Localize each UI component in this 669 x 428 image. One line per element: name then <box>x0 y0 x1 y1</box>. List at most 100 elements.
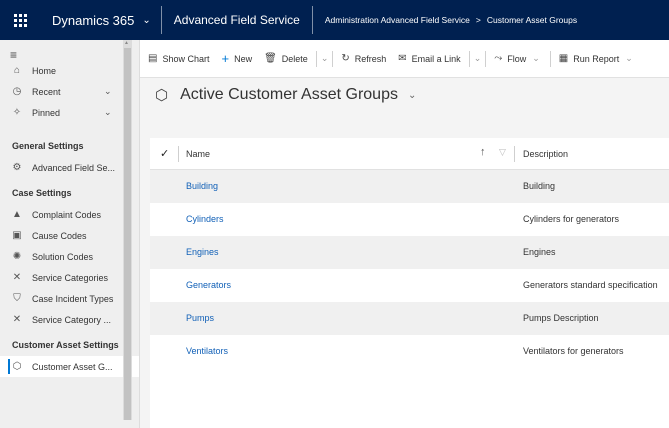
flow-button[interactable]: ⤳ Flow ⌄ <box>488 47 548 71</box>
record-description: Pumps Description <box>523 313 599 323</box>
column-divider <box>178 146 179 162</box>
view-selector[interactable]: ⬡ Active Customer Asset Groups ⌄ <box>155 86 416 104</box>
record-description: Ventilators for generators <box>523 346 624 356</box>
sidebar-item-label: Pinned <box>32 107 61 118</box>
hamburger-icon[interactable]: ≡ <box>0 40 139 62</box>
sidebar-item-complaint-codes[interactable]: ▲ Complaint Codes <box>0 204 139 225</box>
sidebar-item-label: Service Categories <box>32 272 109 283</box>
record-name-link[interactable]: Generators <box>186 280 231 290</box>
record-description: Cylinders for generators <box>523 214 620 224</box>
sidebar-item-label: Advanced Field Se... <box>32 162 116 173</box>
gear-icon: ⚙ <box>12 162 22 173</box>
table-row[interactable]: Generators Generators standard specifica… <box>150 269 669 302</box>
app-name-link[interactable]: Advanced Field Service <box>162 0 312 40</box>
email-link-icon: ✉ <box>398 53 407 64</box>
sidebar-item-label: Customer Asset G... <box>32 361 113 372</box>
scrollbar-thumb[interactable] <box>124 48 131 420</box>
group-header-customer-asset-settings: Customer Asset Settings <box>12 340 119 350</box>
sidebar-item-home[interactable]: ⌂ Home <box>0 60 139 81</box>
chevron-down-icon: ⌄ <box>104 107 112 117</box>
sidebar-item-label: Recent <box>32 86 61 97</box>
show-chart-label: Show Chart <box>162 53 210 64</box>
scroll-up-icon[interactable]: ▲ <box>124 40 129 46</box>
record-description: Generators standard specification <box>523 280 658 290</box>
chevron-down-icon: ⌄ <box>407 89 417 101</box>
refresh-button[interactable]: ↻ Refresh <box>335 47 392 71</box>
chevron-down-icon: ⌄ <box>532 53 540 63</box>
sidebar-item-pinned[interactable]: ✧ Pinned ⌄ <box>0 102 139 123</box>
report-icon: ▦ <box>558 53 569 64</box>
asset-group-icon: ⬡ <box>12 361 22 372</box>
sidebar-item-label: Case Incident Types <box>32 293 114 304</box>
trash-icon: 🗑 <box>264 53 277 64</box>
table-row[interactable]: Ventilators Ventilators for generators <box>150 335 669 368</box>
record-name-link[interactable]: Building <box>186 181 218 191</box>
top-navigation-bar: Dynamics 365 ⌄ Advanced Field Service Ad… <box>0 0 669 40</box>
flow-label: Flow <box>507 53 527 64</box>
chevron-down-icon: ⌄ <box>142 14 151 26</box>
page-title: Active Customer Asset Groups <box>180 86 398 103</box>
grid-header: ✓ Name ↑ ▽ Description <box>150 138 669 170</box>
chevron-down-icon[interactable]: ⌄ <box>472 53 484 64</box>
sidebar-item-customer-asset-groups[interactable]: ⬡ Customer Asset G... <box>0 356 139 377</box>
chart-icon: ▤ <box>148 53 158 64</box>
table-row[interactable]: Pumps Pumps Description <box>150 302 669 335</box>
sidebar-item-cause-codes[interactable]: ▣ Cause Codes <box>0 225 139 246</box>
delete-button[interactable]: 🗑 Delete <box>258 47 314 71</box>
tools-icon: ✕ <box>12 272 22 283</box>
breadcrumb: Administration Advanced Field Service > … <box>313 0 589 40</box>
sidebar-item-label: Service Category ... <box>32 314 112 325</box>
divider <box>332 50 334 67</box>
home-icon: ⌂ <box>13 65 21 76</box>
refresh-icon: ↻ <box>341 53 350 64</box>
clock-icon: ◷ <box>12 86 22 97</box>
email-link-button[interactable]: ✉ Email a Link <box>392 47 466 71</box>
column-header-description[interactable]: Description <box>523 149 568 159</box>
sidebar-item-service-category-types[interactable]: ✕ Service Category ... <box>0 309 139 330</box>
divider <box>468 50 470 67</box>
warning-icon: ▲ <box>12 209 22 220</box>
group-header-case-settings: Case Settings <box>12 188 72 198</box>
pin-icon: ✧ <box>12 107 22 118</box>
delete-label: Delete <box>281 53 308 64</box>
new-button[interactable]: + New <box>215 47 258 71</box>
table-row[interactable]: Engines Engines <box>150 236 669 269</box>
waffle-icon <box>13 13 27 27</box>
lightbulb-icon: ✺ <box>12 251 22 262</box>
records-grid: ✓ Name ↑ ▽ Description Building Building… <box>150 138 669 428</box>
sitemap-sidebar: ≡ ⌂ Home ◷ Recent ⌄ ✧ Pinned ⌄ General S… <box>0 40 140 428</box>
app-launcher-button[interactable] <box>0 0 40 40</box>
command-bar: ▤ Show Chart + New 🗑 Delete ⌄ ↻ Refresh … <box>140 40 669 78</box>
table-row[interactable]: Building Building <box>150 170 669 203</box>
chevron-down-icon: ⌄ <box>104 86 112 96</box>
column-header-name[interactable]: Name <box>186 149 210 159</box>
run-report-button[interactable]: ▦ Run Report ⌄ <box>553 47 641 71</box>
breadcrumb-item-area[interactable]: Administration Advanced Field Service <box>325 15 470 25</box>
sidebar-item-solution-codes[interactable]: ✺ Solution Codes <box>0 246 139 267</box>
sort-ascending-icon[interactable]: ↑ <box>480 146 486 158</box>
sidebar-item-advanced-field-service[interactable]: ⚙ Advanced Field Se... <box>0 157 139 178</box>
select-all-checkmark-icon[interactable]: ✓ <box>160 147 169 160</box>
sidebar-item-recent[interactable]: ◷ Recent ⌄ <box>0 81 139 102</box>
column-divider[interactable] <box>514 146 515 162</box>
table-row[interactable]: Cylinders Cylinders for generators <box>150 203 669 236</box>
record-name-link[interactable]: Engines <box>186 247 219 257</box>
plus-icon: + <box>221 51 230 66</box>
breadcrumb-item-entity[interactable]: Customer Asset Groups <box>487 15 577 25</box>
show-chart-button[interactable]: ▤ Show Chart <box>142 47 215 71</box>
sidebar-item-label: Home <box>32 65 57 76</box>
record-name-link[interactable]: Ventilators <box>186 346 228 356</box>
breadcrumb-separator: > <box>475 15 481 25</box>
record-name-link[interactable]: Cylinders <box>186 214 224 224</box>
filter-icon[interactable]: ▽ <box>499 147 506 158</box>
sidebar-item-case-incident-types[interactable]: ⛉ Case Incident Types <box>0 288 139 309</box>
chevron-down-icon[interactable]: ⌄ <box>319 53 331 64</box>
shield-icon: ⛉ <box>13 293 21 304</box>
sidebar-item-label: Complaint Codes <box>32 209 102 220</box>
sidebar-item-service-categories[interactable]: ✕ Service Categories <box>0 267 139 288</box>
clipboard-icon: ▣ <box>12 230 22 241</box>
record-name-link[interactable]: Pumps <box>186 313 214 323</box>
sidebar-scrollbar[interactable]: ▲ <box>123 40 132 420</box>
divider <box>315 50 317 67</box>
dynamics-365-menu[interactable]: Dynamics 365 ⌄ <box>40 0 161 40</box>
